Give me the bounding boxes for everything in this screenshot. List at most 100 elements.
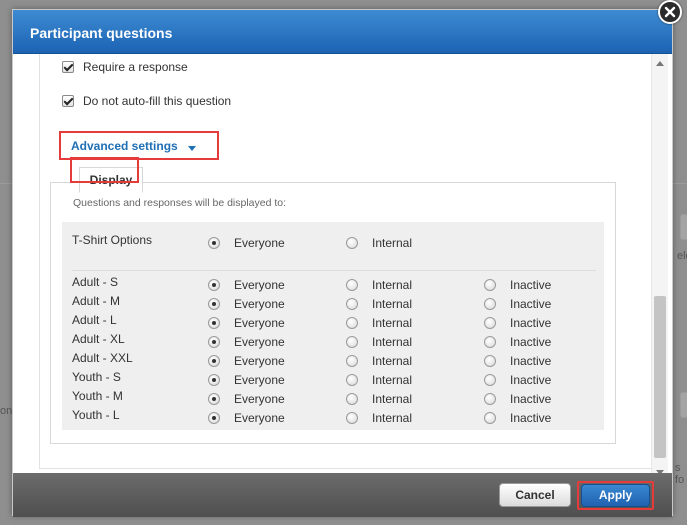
adult-m-internal-option[interactable]: Internal bbox=[346, 297, 412, 311]
youth-l-internal-radio[interactable] bbox=[346, 412, 358, 424]
adult-xl-inactive-radio[interactable] bbox=[484, 336, 496, 348]
no-autofill-checkbox[interactable] bbox=[62, 95, 74, 107]
content-scrollbar[interactable] bbox=[651, 54, 668, 482]
adult-xxl-internal-option[interactable]: Internal bbox=[346, 354, 412, 368]
question-internal-option[interactable]: Internal bbox=[346, 236, 412, 250]
close-button[interactable] bbox=[658, 0, 682, 24]
youth-l-internal-option[interactable]: Internal bbox=[346, 411, 412, 425]
youth-s-everyone-radio[interactable] bbox=[208, 374, 220, 386]
adult-l-internal-radio[interactable] bbox=[346, 317, 358, 329]
question-everyone-radio[interactable] bbox=[208, 237, 220, 249]
adult-s-inactive-option[interactable]: Inactive bbox=[484, 278, 551, 292]
option-label: Internal bbox=[372, 392, 413, 406]
option-label: Internal bbox=[372, 411, 413, 425]
option-label: Inactive bbox=[510, 392, 552, 406]
option-label: Everyone bbox=[234, 354, 285, 368]
visibility-grid: T-Shirt Options Everyone Internal Adult … bbox=[62, 222, 604, 430]
option-label: Internal bbox=[372, 316, 413, 330]
option-label: Inactive bbox=[510, 411, 552, 425]
adult-m-internal-radio[interactable] bbox=[346, 298, 358, 310]
adult-xxl-inactive-radio[interactable] bbox=[484, 355, 496, 367]
require-response-checkbox[interactable] bbox=[62, 61, 74, 73]
scroll-up-icon[interactable] bbox=[656, 61, 664, 66]
participant-questions-dialog: Participant questions Require a response… bbox=[12, 9, 673, 517]
youth-m-internal-radio[interactable] bbox=[346, 393, 358, 405]
advanced-settings-label: Advanced settings bbox=[71, 138, 178, 153]
youth-m-internal-option[interactable]: Internal bbox=[346, 392, 412, 406]
adult-s-internal-radio[interactable] bbox=[346, 279, 358, 291]
youth-s-inactive-radio[interactable] bbox=[484, 374, 496, 386]
adult-m-inactive-option[interactable]: Inactive bbox=[484, 297, 551, 311]
cancel-button[interactable]: Cancel bbox=[499, 483, 571, 507]
response-label-adult-m: Adult - M bbox=[72, 294, 121, 308]
option-label: Everyone bbox=[234, 373, 285, 387]
question-internal-radio[interactable] bbox=[346, 237, 358, 249]
response-label-adult-l: Adult - L bbox=[72, 313, 117, 327]
tab-display[interactable]: Display bbox=[79, 167, 143, 193]
response-label-youth-m: Youth - M bbox=[72, 389, 123, 403]
adult-xxl-internal-radio[interactable] bbox=[346, 355, 358, 367]
option-label: Inactive bbox=[510, 335, 552, 349]
youth-l-inactive-radio[interactable] bbox=[484, 412, 496, 424]
adult-xl-everyone-option[interactable]: Everyone bbox=[208, 335, 285, 349]
response-label-adult-xxl: Adult - XXL bbox=[72, 351, 133, 365]
option-label: Everyone bbox=[234, 392, 285, 406]
youth-m-everyone-radio[interactable] bbox=[208, 393, 220, 405]
option-label: Everyone bbox=[234, 316, 285, 330]
adult-l-internal-option[interactable]: Internal bbox=[346, 316, 412, 330]
adult-xxl-everyone-radio[interactable] bbox=[208, 355, 220, 367]
require-response-label: Require a response bbox=[83, 60, 188, 74]
adult-xl-internal-radio[interactable] bbox=[346, 336, 358, 348]
background-text: s fo bbox=[675, 462, 685, 486]
background-divider bbox=[0, 183, 12, 184]
option-label: Inactive bbox=[510, 316, 552, 330]
dialog-titlebar: Participant questions bbox=[13, 10, 672, 54]
option-label: Inactive bbox=[510, 373, 552, 387]
youth-s-everyone-option[interactable]: Everyone bbox=[208, 373, 285, 387]
background-text: ele bbox=[677, 250, 687, 262]
adult-xl-internal-option[interactable]: Internal bbox=[346, 335, 412, 349]
youth-l-everyone-radio[interactable] bbox=[208, 412, 220, 424]
option-label: Everyone bbox=[234, 278, 285, 292]
option-label: Inactive bbox=[510, 278, 552, 292]
youth-m-everyone-option[interactable]: Everyone bbox=[208, 392, 285, 406]
adult-xxl-inactive-option[interactable]: Inactive bbox=[484, 354, 551, 368]
scroll-thumb[interactable] bbox=[654, 296, 666, 458]
adult-l-inactive-option[interactable]: Inactive bbox=[484, 316, 551, 330]
no-autofill-option[interactable]: Do not auto-fill this question bbox=[62, 94, 231, 108]
adult-s-inactive-radio[interactable] bbox=[484, 279, 496, 291]
adult-s-everyone-option[interactable]: Everyone bbox=[208, 278, 285, 292]
youth-m-inactive-radio[interactable] bbox=[484, 393, 496, 405]
adult-m-everyone-option[interactable]: Everyone bbox=[208, 297, 285, 311]
option-label: Internal bbox=[372, 236, 413, 250]
response-label-adult-s: Adult - S bbox=[72, 275, 119, 289]
youth-s-internal-option[interactable]: Internal bbox=[346, 373, 412, 387]
adult-l-inactive-radio[interactable] bbox=[484, 317, 496, 329]
option-label: Inactive bbox=[510, 354, 552, 368]
adult-m-everyone-radio[interactable] bbox=[208, 298, 220, 310]
adult-s-everyone-radio[interactable] bbox=[208, 279, 220, 291]
option-label: Everyone bbox=[234, 236, 285, 250]
youth-s-inactive-option[interactable]: Inactive bbox=[484, 373, 551, 387]
adult-xl-everyone-radio[interactable] bbox=[208, 336, 220, 348]
adult-l-everyone-radio[interactable] bbox=[208, 317, 220, 329]
adult-l-everyone-option[interactable]: Everyone bbox=[208, 316, 285, 330]
adult-xl-inactive-option[interactable]: Inactive bbox=[484, 335, 551, 349]
background-text: on bbox=[0, 405, 13, 417]
youth-s-internal-radio[interactable] bbox=[346, 374, 358, 386]
youth-l-inactive-option[interactable]: Inactive bbox=[484, 411, 551, 425]
option-label: Internal bbox=[372, 354, 413, 368]
adult-m-inactive-radio[interactable] bbox=[484, 298, 496, 310]
youth-m-inactive-option[interactable]: Inactive bbox=[484, 392, 551, 406]
apply-button[interactable]: Apply bbox=[581, 484, 650, 507]
require-response-option[interactable]: Require a response bbox=[62, 60, 188, 74]
adult-xxl-everyone-option[interactable]: Everyone bbox=[208, 354, 285, 368]
response-label-youth-l: Youth - L bbox=[72, 408, 120, 422]
adult-s-internal-option[interactable]: Internal bbox=[346, 278, 412, 292]
question-label: T-Shirt Options bbox=[72, 233, 153, 247]
grid-divider bbox=[72, 270, 596, 271]
youth-l-everyone-option[interactable]: Everyone bbox=[208, 411, 285, 425]
option-label: Internal bbox=[372, 335, 413, 349]
advanced-settings-toggle[interactable]: Advanced settings bbox=[59, 131, 219, 160]
question-everyone-option[interactable]: Everyone bbox=[208, 236, 285, 250]
